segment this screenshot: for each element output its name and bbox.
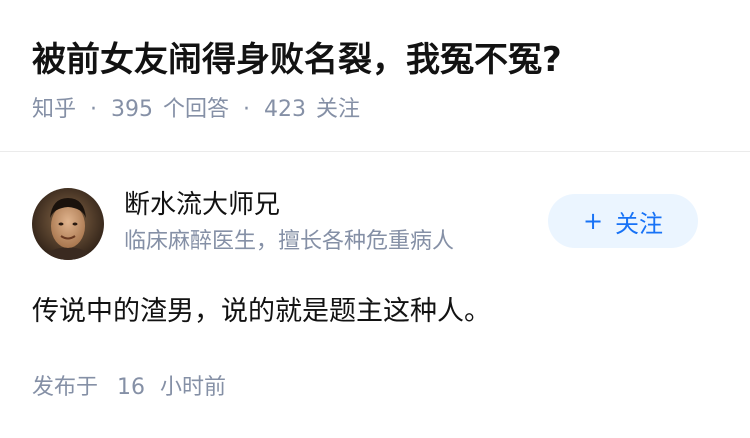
plus-icon: + [582,207,604,235]
question-header: 被前女友闹得身败名裂，我冤不冤? 知乎 · 395 个回答 · 423 关注 [0,0,750,152]
answer-content[interactable]: 传说中的渣男，说的就是题主这种人。 [32,292,491,332]
answer-timestamp: 发布于 16 小时前 [32,372,226,404]
source-label[interactable]: 知乎 [32,94,76,126]
published-prefix: 发布于 [32,375,99,400]
followers-label[interactable]: 关注 [316,94,360,126]
published-unit: 小时前 [160,375,227,400]
meta-separator: · [243,97,251,122]
author-name[interactable]: 断水流大师兄 [124,188,280,222]
published-number: 16 [117,375,146,400]
followers-count: 423 [264,97,307,122]
answer-card: 断水流大师兄 临床麻醉医生，擅长各种危重病人 + 关注 传说中的渣男，说的就是题… [0,152,750,438]
avatar-photo [32,188,104,260]
answers-count: 395 [111,97,154,122]
author-bio-text: 临床麻醉医生，擅长各种危重病人 [124,229,455,254]
author-bio: 临床麻醉医生，擅长各种危重病人 [124,226,544,258]
avatar[interactable] [32,188,104,260]
question-meta: 知乎 · 395 个回答 · 423 关注 [32,94,360,126]
follow-button-label: 关注 [615,209,664,238]
follow-button[interactable]: + 关注 [548,194,698,248]
bio-fade [504,226,544,258]
meta-separator: · [90,97,98,122]
question-title[interactable]: 被前女友闹得身败名裂，我冤不冤? [32,36,562,84]
answers-label[interactable]: 个回答 [163,94,229,126]
